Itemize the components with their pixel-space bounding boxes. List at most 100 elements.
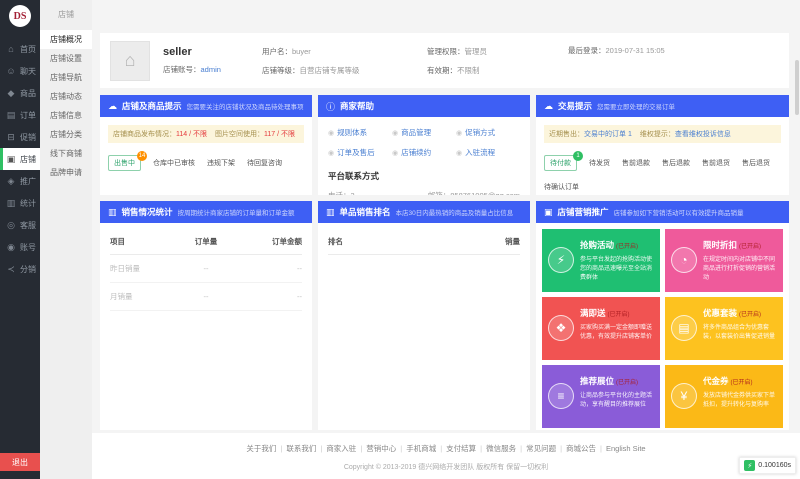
trade-pill-1[interactable]: 待付款1 xyxy=(544,155,577,171)
item-rank-subtitle: 本店30日内最热销的商品及销量占比信息 xyxy=(396,207,514,217)
trading-orders-link[interactable]: 交易中的订单 1 xyxy=(584,131,632,138)
sidebar-item-10[interactable]: ◉ 账号 xyxy=(0,236,40,258)
trade-link-7[interactable]: 待确认订单 xyxy=(544,182,579,192)
item-rank-card: ▥ 单品销售排名 本店30日内最热销的商品及销量占比信息 排名销量 xyxy=(318,201,530,430)
submenu-item-2[interactable]: 店铺设置 xyxy=(40,49,92,68)
seller-account-link[interactable]: admin xyxy=(201,65,221,74)
help-link-2[interactable]: ◉商品管理 xyxy=(392,127,456,138)
trade-link-2[interactable]: 待发货 xyxy=(589,158,610,168)
orders-icon: ▤ xyxy=(6,110,16,121)
sidebar-item-11[interactable]: ≺分销 xyxy=(0,258,40,280)
trade-quick-links: 待付款1 待发货 售前退款 售后退款 售前退货 售后退货待确认订单 xyxy=(536,143,789,192)
sidebar-item-6[interactable]: ▣店铺 xyxy=(0,148,40,170)
marketing-tile-4[interactable]: ▤优惠套装(已开启)将多件商品组合为优惠套装，以套装价出售促进销量 xyxy=(665,297,783,360)
chart-icon: ▥ xyxy=(108,207,117,218)
submenu-item-5[interactable]: 店铺信息 xyxy=(40,106,92,125)
trade-link-6[interactable]: 售后退货 xyxy=(742,158,770,168)
phone-value: 3 xyxy=(351,191,355,195)
marketing-subtitle: 店铺参加如下营销活动可以有效提升商品销量 xyxy=(614,207,744,217)
trade-link-3[interactable]: 售前退款 xyxy=(622,158,650,168)
clock-icon: ◔ xyxy=(671,247,697,273)
marketing-tile-2[interactable]: ◔限时折扣(已开启)在规定时间内对店铺中不同商品进行打折促销的营销活动 xyxy=(665,229,783,292)
submenu-item-3[interactable]: 店铺导航 xyxy=(40,68,92,87)
help-link-1[interactable]: ◉规则体系 xyxy=(328,127,392,138)
table-header: 订单量 xyxy=(180,229,232,255)
trade-link-5[interactable]: 售前退货 xyxy=(702,158,730,168)
footer-separator: | xyxy=(400,444,402,453)
goods-link-2[interactable]: 仓库中已审核 xyxy=(153,158,195,168)
goods-link-4[interactable]: 待回复咨询 xyxy=(247,158,282,168)
tile-title: 限时折扣 xyxy=(703,240,737,250)
chart-icon: ▥ xyxy=(326,207,335,218)
tile-status: (已开启) xyxy=(616,380,638,386)
sidebar-item-1[interactable]: ⌂首页 xyxy=(0,38,40,60)
store-header-card: ⌂ seller 店铺账号：admin 用户名：buyer 店铺等级：自营店铺专… xyxy=(100,33,789,88)
footer-link-4[interactable]: 营销中心 xyxy=(366,444,396,453)
marketing-tile-1[interactable]: ⚡抢购活动(已开启)参与平台发起的抢购活动使您的商品迅速曝光至全站消费群体 xyxy=(542,229,660,292)
tile-head: 限时折扣(已开启) xyxy=(703,235,778,253)
primary-sidebar: DS ⌂首页☺聊天◆商品▤订单⊟促销▣店铺◈推广 ▥ 统计 ◎客服 ◉ 账号 ≺分销 退出 xyxy=(0,0,40,479)
submenu-item-1[interactable]: 店铺概况 xyxy=(40,30,92,49)
tile-body: 优惠套装(已开启)将多件商品组合为优惠套装，以套装价出售促进销量 xyxy=(703,303,778,360)
goods-notice-bar: 店铺商品发布情况：114 / 不限 图片空间使用：117 / 不限 xyxy=(108,125,304,143)
help-link-4[interactable]: ◉订单及售后 xyxy=(328,147,392,158)
seller-account-label: 店铺账号： xyxy=(163,65,201,74)
account-icon: ◉ xyxy=(6,242,16,253)
goods-link-3[interactable]: 违规下架 xyxy=(207,158,235,168)
sidebar-item-3[interactable]: ◆商品 xyxy=(0,82,40,104)
validity-value: 不限制 xyxy=(457,66,480,75)
sidebar-item-8[interactable]: ▥ 统计 xyxy=(0,192,40,214)
help-link-3[interactable]: ◉促销方式 xyxy=(456,127,520,138)
footer-link-2[interactable]: 联系我们 xyxy=(286,444,316,453)
sidebar-item-label: 客服 xyxy=(20,220,36,231)
help-link-5[interactable]: ◉店铺续约 xyxy=(392,147,456,158)
stats-icon: ▥ xyxy=(6,198,16,209)
footer-link-10[interactable]: English Site xyxy=(606,444,646,453)
help-link-6[interactable]: ◉入驻流程 xyxy=(456,147,520,158)
store-block: seller 店铺账号：admin xyxy=(163,46,249,75)
trade-badge: 1 xyxy=(573,151,583,161)
rights-detail-link[interactable]: 查看维权投诉信息 xyxy=(675,131,731,138)
sidebar-item-4[interactable]: ▤订单 xyxy=(0,104,40,126)
trade-link-4[interactable]: 售后退款 xyxy=(662,158,690,168)
submenu-item-8[interactable]: 品牌申请 xyxy=(40,163,92,182)
header-col-login: 最后登录：2019-07-31 15:05 xyxy=(568,45,665,56)
panel-row-top: ☁ 店铺及商品提示 您需要关注的店铺状况及商品待处理事项 店铺商品发布情况：11… xyxy=(100,95,789,195)
footer-link-1[interactable]: 关于我们 xyxy=(246,444,276,453)
logout-button[interactable]: 退出 xyxy=(0,453,40,471)
email-link[interactable]: 858761005@qq.com xyxy=(450,191,520,195)
footer-link-6[interactable]: 支付结算 xyxy=(446,444,476,453)
store-name: seller xyxy=(163,46,249,58)
sidebar-item-label: 账号 xyxy=(20,242,36,253)
marketing-tile-5[interactable]: ≡推荐展位(已开启)让商品参与平台化的主题活动，享有醒目的推荐展位 xyxy=(542,365,660,428)
table-header: 项目 xyxy=(110,229,180,255)
marketing-tile-3[interactable]: ❖满即送(已开启)买家购买满一定金额即赠送优惠，有效提升店铺客单价 xyxy=(542,297,660,360)
footer-link-7[interactable]: 微信服务 xyxy=(486,444,516,453)
seller-admin-app: DS ⌂首页☺聊天◆商品▤订单⊟促销▣店铺◈推广▥统计◎客服◉账号≺分销 退出 … xyxy=(0,0,800,479)
footer-link-3[interactable]: 商家入驻 xyxy=(326,444,356,453)
footer-link-8[interactable]: 常见问题 xyxy=(526,444,556,453)
goods-pill-1[interactable]: 出售中14 xyxy=(108,155,141,171)
main-content: ⌂ seller 店铺账号：admin 用户名：buyer 店铺等级：自营店铺专… xyxy=(92,0,800,479)
image-space-label: 图片空间使用： xyxy=(215,131,264,138)
sidebar-item-label: 统计 xyxy=(20,198,36,209)
footer-link-5[interactable]: 手机商城 xyxy=(406,444,436,453)
footer-separator: | xyxy=(480,444,482,453)
marketing-tile-6[interactable]: ¥代金券(已开启)发放店铺代金券供买家下单抵扣，提升转化与复购率 xyxy=(665,365,783,428)
sidebar-item-2[interactable]: ☺聊天 xyxy=(0,60,40,82)
submenu-item-4[interactable]: 店铺动态 xyxy=(40,87,92,106)
logo-wrap[interactable]: DS xyxy=(0,0,40,32)
perf-time: 0.100160s xyxy=(758,462,791,469)
footer-link-9[interactable]: 商城公告 xyxy=(566,444,596,453)
footer-separator: | xyxy=(280,444,282,453)
tile-body: 代金券(已开启)发放店铺代金券供买家下单抵扣，提升转化与复购率 xyxy=(703,371,778,428)
sidebar-item-9[interactable]: ◎客服 xyxy=(0,214,40,236)
sales-stats-table: 项目订单量订单金额昨日销量----月销量---- xyxy=(110,229,302,311)
table-cell: -- xyxy=(180,255,232,283)
submenu-item-6[interactable]: 店铺分类 xyxy=(40,125,92,144)
sidebar-item-5[interactable]: ⊟促销 xyxy=(0,126,40,148)
sidebar-item-label: 聊天 xyxy=(20,66,36,77)
sidebar-item-7[interactable]: ◈推广 xyxy=(0,170,40,192)
scrollbar[interactable] xyxy=(795,60,799,115)
submenu-item-7[interactable]: 线下商铺 xyxy=(40,144,92,163)
